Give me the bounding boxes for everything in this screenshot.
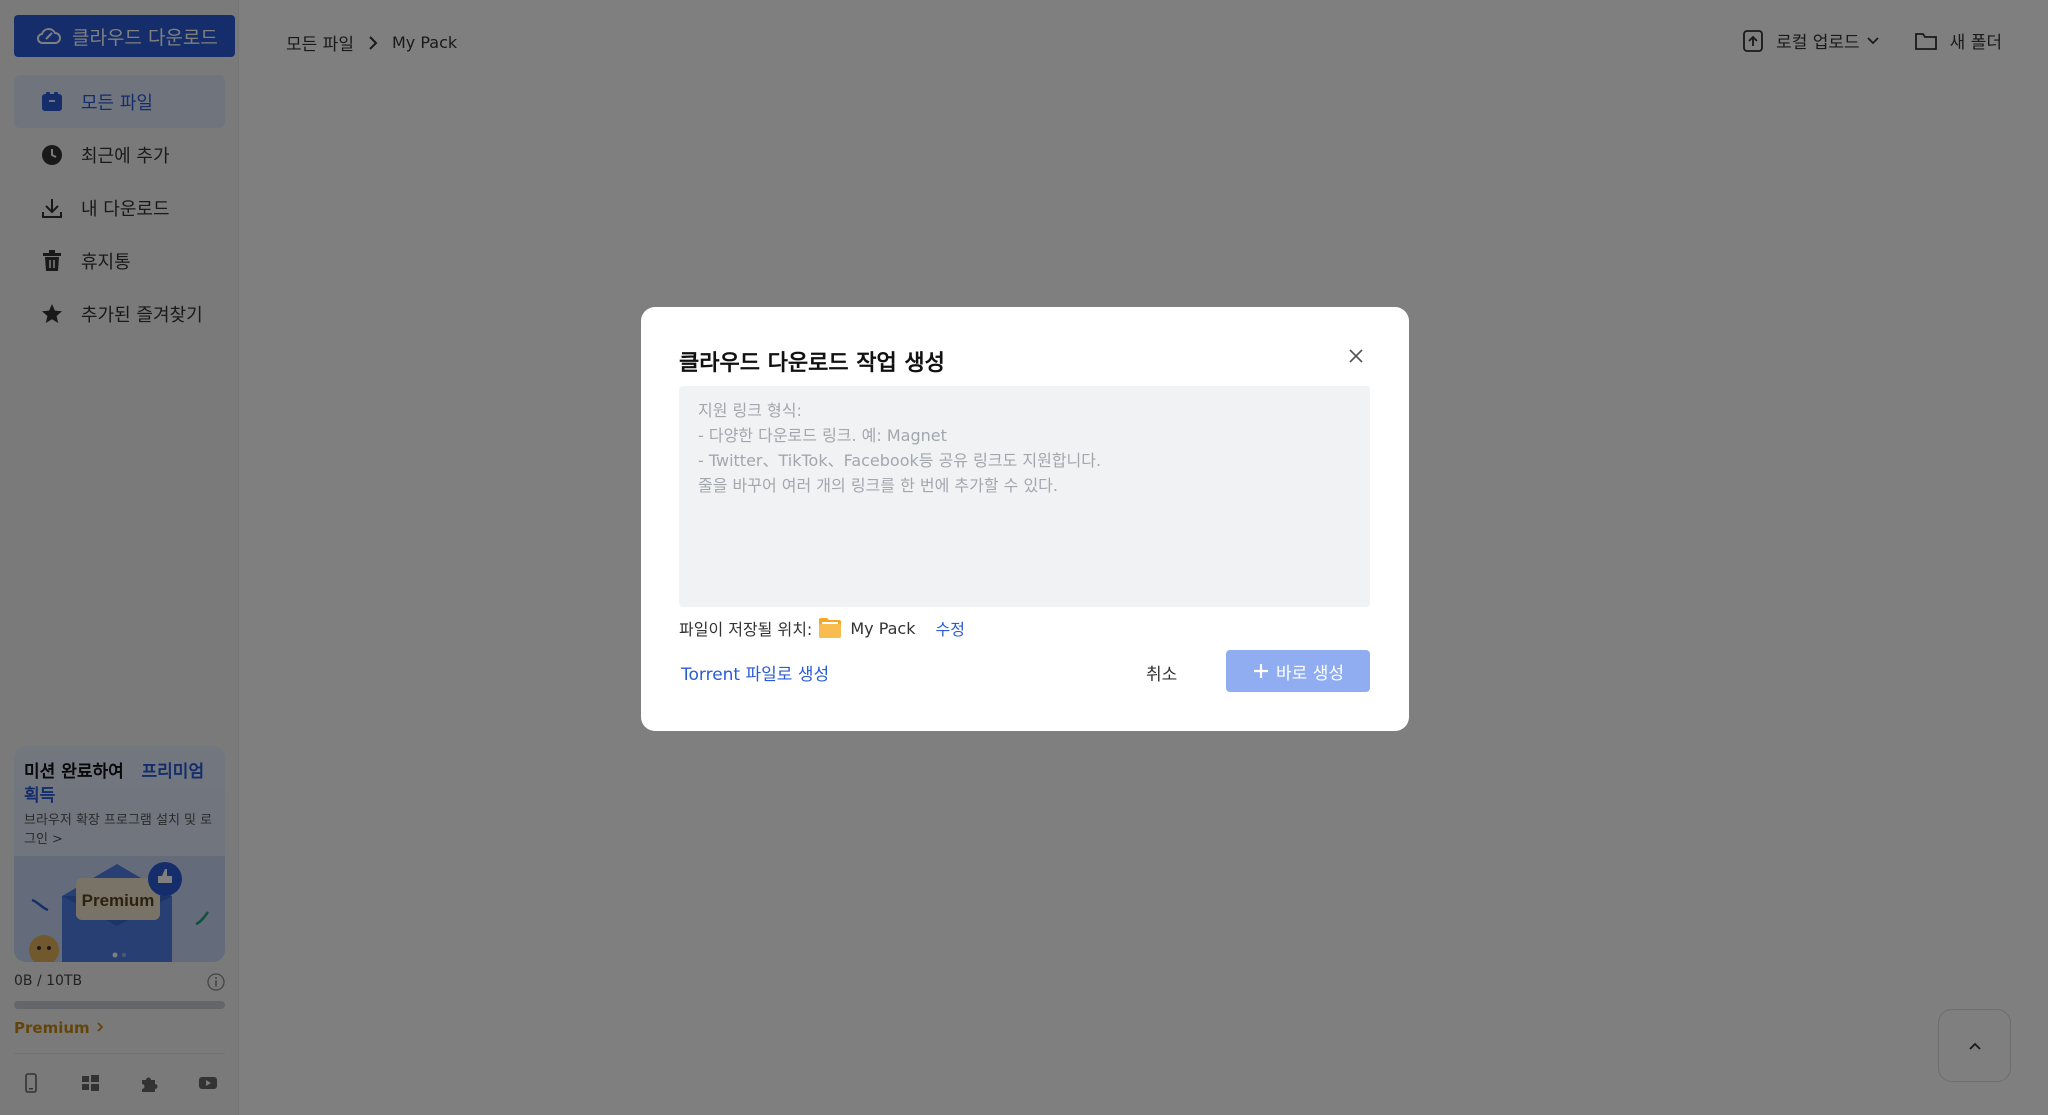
folder-icon <box>819 618 842 638</box>
dialog-title: 클라우드 다운로드 작업 생성 <box>679 351 945 376</box>
create-from-torrent-link[interactable]: Torrent 파일로 생성 <box>681 660 829 685</box>
create-now-label: 바로 생성 <box>1276 663 1344 684</box>
save-location-folder: My Pack <box>850 618 916 638</box>
edit-location-link[interactable]: 수정 <box>935 616 964 640</box>
close-icon <box>1349 349 1363 363</box>
cancel-button[interactable]: 취소 <box>1146 660 1177 685</box>
link-input[interactable] <box>679 386 1370 607</box>
save-location-label: 파일이 저장될 위치: <box>679 620 813 639</box>
plus-icon <box>1254 664 1269 678</box>
create-now-button[interactable]: 바로 생성 <box>1226 650 1370 692</box>
create-cloud-task-dialog: 클라우드 다운로드 작업 생성 파일이 저장될 위치: My Pack 수정 T… <box>641 307 1409 731</box>
close-button[interactable] <box>1346 346 1366 366</box>
save-location: 파일이 저장될 위치: My Pack 수정 <box>679 616 965 640</box>
